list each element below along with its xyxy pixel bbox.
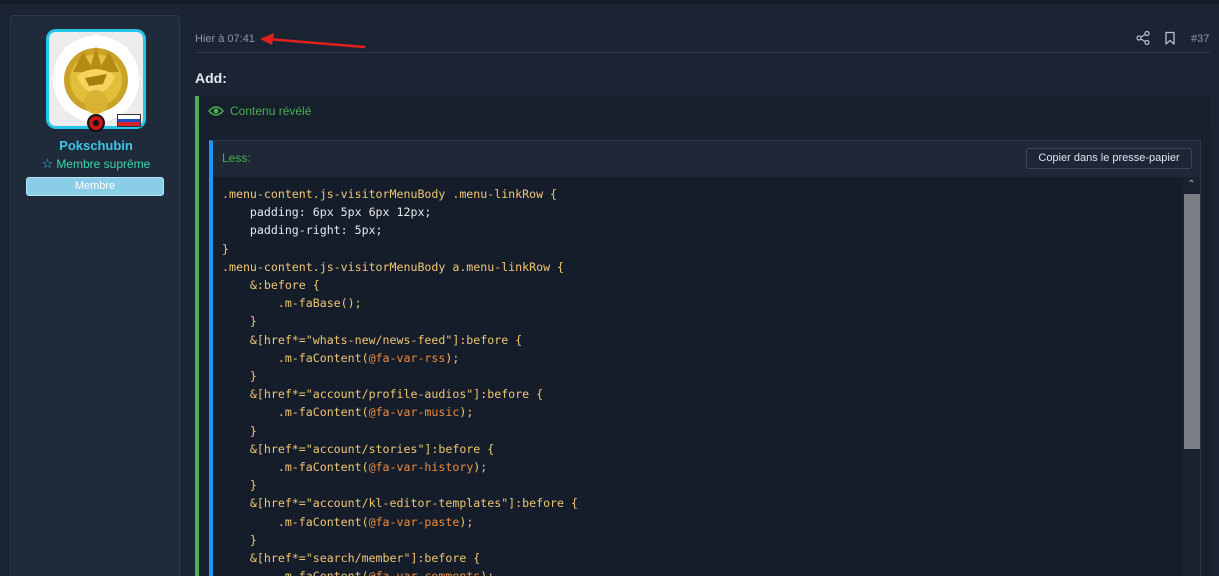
username-link[interactable]: Pokschubin	[11, 138, 181, 153]
code-line: .m-faContent(@fa-var-music);	[222, 403, 578, 421]
code-token: );	[445, 350, 460, 365]
code-token: @fa-var-comments	[369, 569, 481, 576]
code-token: @fa-var-paste	[368, 514, 460, 529]
user-banner: Membre	[26, 177, 164, 196]
code-token: }	[222, 369, 257, 384]
code-token: @fa-var-rss	[368, 350, 446, 365]
code-line: .menu-content.js-visitorMenuBody a.menu-…	[222, 258, 578, 276]
user-title-text: Membre suprême	[56, 157, 151, 171]
revealed-content-header: Contenu révélé	[199, 96, 1211, 126]
code-token: padding-right: 5px;	[222, 223, 383, 238]
red-arrow-annotation-icon	[260, 33, 366, 49]
code-token: }	[222, 314, 257, 329]
code-token: .menu-content.js-visitorMenuBody .menu-l…	[222, 187, 558, 201]
post-number-link[interactable]: #37	[1191, 33, 1209, 45]
code-line: &[href*="search/member"]:before {	[222, 549, 578, 567]
scroll-up-arrow-icon[interactable]: ⌃	[1183, 177, 1200, 193]
code-token: .m-faContent(	[222, 460, 369, 475]
code-scrollbar[interactable]: ⌃	[1183, 177, 1200, 576]
code-line: .menu-content.js-visitorMenuBody .menu-l…	[222, 185, 578, 203]
code-token: }	[222, 423, 257, 438]
code-text: .menu-content.js-visitorMenuBody .menu-l…	[222, 185, 578, 576]
star-icon: ☆	[41, 156, 54, 171]
code-line: &:before {	[222, 276, 578, 294]
share-icon[interactable]	[1136, 31, 1150, 45]
code-block-header: Less: Copier dans le presse-papier	[213, 141, 1200, 177]
code-line: }	[222, 476, 578, 494]
revealed-content-block: Contenu révélé Less: Copier dans le pres…	[195, 96, 1211, 576]
code-token: .m-faContent(	[222, 514, 369, 529]
code-block: Less: Copier dans le presse-papier .menu…	[209, 140, 1201, 576]
copy-to-clipboard-button[interactable]: Copier dans le presse-papier	[1026, 148, 1192, 169]
user-title: ☆ Membre suprême	[11, 156, 181, 172]
bookmark-icon[interactable]	[1163, 31, 1177, 45]
code-token: );	[459, 405, 474, 420]
code-token: .m-faContent(	[222, 350, 369, 365]
code-line: padding-right: 5px;	[222, 221, 578, 239]
code-line: .m-faContent(@fa-var-rss);	[222, 349, 578, 367]
avatar-image	[49, 32, 143, 126]
code-token: );	[459, 514, 474, 529]
eye-icon	[208, 106, 224, 116]
code-line: .m-faContent(@fa-var-paste);	[222, 513, 578, 531]
code-language-label: Less:	[222, 151, 251, 165]
code-line: padding: 6px 5px 6px 12px;	[222, 203, 578, 221]
header-divider	[195, 52, 1211, 53]
code-token: );	[480, 569, 494, 576]
post-timestamp[interactable]: Hier à 07:41	[195, 33, 255, 45]
code-token: .menu-content.js-visitorMenuBody a.menu-…	[222, 259, 565, 274]
code-token: padding: 6px 5px 6px 12px;	[222, 205, 432, 220]
code-content[interactable]: .menu-content.js-visitorMenuBody .menu-l…	[213, 177, 1200, 576]
code-line: }	[222, 312, 578, 330]
code-line: &[href*="account/kl-editor-templates"]:b…	[222, 494, 578, 512]
user-card: Pokschubin ☆ Membre suprême Membre	[10, 15, 180, 576]
code-line: &[href*="account/stories"]:before {	[222, 440, 578, 458]
code-token: .m-faContent(	[222, 405, 369, 420]
code-token: @fa-var-music	[368, 405, 460, 420]
code-line: .m-faContent(@fa-var-history);	[222, 458, 578, 476]
code-token: &[href*="account/profile-audios"]:before…	[222, 387, 544, 402]
code-token: );	[473, 460, 488, 475]
code-line: }	[222, 531, 578, 549]
code-line: }	[222, 422, 578, 440]
code-token: &[href*="account/kl-editor-templates"]:b…	[222, 496, 578, 511]
code-line: &[href*="account/profile-audios"]:before…	[222, 385, 578, 403]
code-token: &[href*="whats-new/news-feed"]:before {	[222, 332, 523, 347]
code-token: @fa-var-history	[368, 460, 474, 475]
code-token: &[href*="search/member"]:before {	[222, 551, 481, 566]
code-line: }	[222, 240, 578, 258]
code-token: &:before {	[222, 278, 320, 293]
code-line: &[href*="whats-new/news-feed"]:before {	[222, 331, 578, 349]
russia-flag-icon	[117, 114, 141, 127]
code-token: .m-faBase();	[222, 296, 362, 311]
code-token: }	[222, 241, 229, 256]
code-token: }	[222, 532, 257, 547]
code-token: }	[222, 478, 257, 493]
code-line: .m-faBase();	[222, 294, 578, 312]
code-line: }	[222, 367, 578, 385]
code-token: .m-faContent(	[222, 569, 369, 576]
scrollbar-thumb[interactable]	[1184, 194, 1200, 449]
revealed-content-title: Contenu révélé	[230, 104, 312, 118]
code-line: .m-faContent(@fa-var-comments);	[222, 567, 578, 576]
top-strip	[0, 0, 1219, 4]
post-body-text: Add:	[195, 70, 227, 86]
status-badge-icon	[87, 114, 105, 132]
code-token: &[href*="account/stories"]:before {	[222, 441, 495, 456]
